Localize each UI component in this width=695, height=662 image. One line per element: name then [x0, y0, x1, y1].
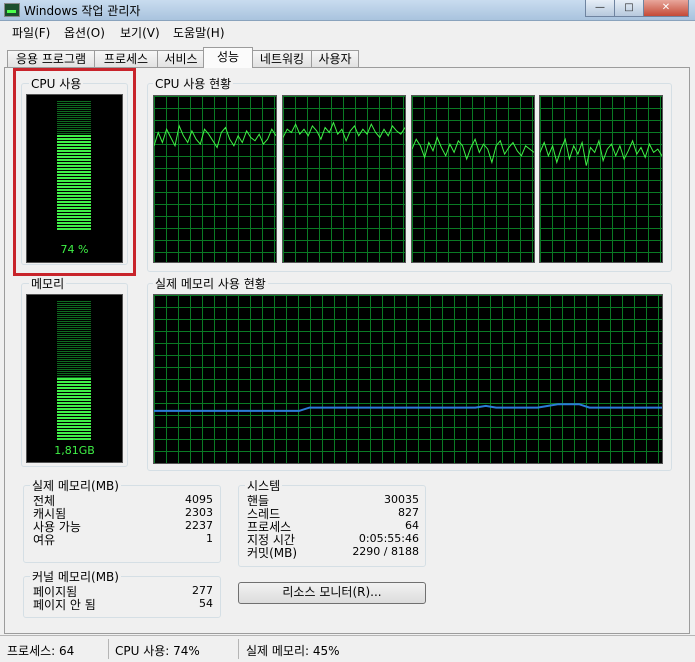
memory-label: 메모리 — [29, 275, 67, 292]
tab-networking[interactable]: 네트워킹 — [252, 50, 312, 67]
tab-users[interactable]: 사용자 — [311, 50, 359, 67]
cpu-core-4-line — [540, 137, 662, 166]
stat-row: 핸들 30035 — [247, 492, 419, 508]
memory-history-label: 실제 메모리 사용 현황 — [153, 275, 268, 292]
status-divider — [108, 639, 109, 659]
physical-memory-rows: 전체 4095 캐시됨 2303 사용 가능 2237 여유 1 — [33, 492, 213, 547]
stat-label: 페이지 안 됨 — [33, 598, 96, 612]
memory-meter: 1,81GB — [26, 294, 123, 463]
cpu-core-graph-4 — [539, 95, 663, 263]
memory-history-graph — [153, 294, 663, 464]
window-title: Windows 작업 관리자 — [24, 4, 141, 18]
stat-row: 캐시됨 2303 — [33, 505, 213, 521]
stat-row: 스레드 827 — [247, 505, 419, 521]
stat-row: 프로세스 64 — [247, 518, 419, 534]
status-cpu: CPU 사용: 74% — [115, 644, 200, 658]
tab-performance[interactable]: 성능 — [203, 47, 253, 68]
stat-row: 전체 4095 — [33, 492, 213, 508]
status-divider — [238, 639, 239, 659]
stat-label: 커밋(MB) — [247, 546, 298, 560]
cpu-highlight-box — [13, 68, 136, 276]
memory-meter-fill — [57, 378, 91, 441]
menu-view[interactable]: 보기(V) — [120, 24, 160, 41]
maximize-button[interactable]: □ — [614, 0, 644, 17]
close-button[interactable]: ✕ — [643, 0, 689, 17]
cpu-core-3-line — [412, 136, 534, 165]
kernel-memory-rows: 페이지됨 277 페이지 안 됨 54 — [33, 583, 213, 612]
resource-monitor-button[interactable]: 리소스 모니터(R)... — [238, 582, 426, 604]
stat-row: 커밋(MB) 2290 / 8188 — [247, 544, 419, 560]
minimize-button[interactable]: — — [585, 0, 615, 17]
cpu-core-2-line — [283, 121, 405, 143]
tab-services[interactable]: 서비스 — [157, 50, 205, 67]
tab-applications[interactable]: 응용 프로그램 — [7, 50, 95, 67]
stat-row: 사용 가능 2237 — [33, 518, 213, 534]
tab-processes[interactable]: 프로세스 — [94, 50, 158, 67]
status-bar: 프로세스: 64 CPU 사용: 74% 실제 메모리: 45% — [0, 635, 695, 662]
menu-options[interactable]: 옵션(O) — [64, 24, 105, 41]
system-rows: 핸들 30035 스레드 827 프로세스 64 지정 시간 0:05:55:46 커밋(MB)… — [247, 492, 419, 560]
cpu-history-label: CPU 사용 현황 — [153, 75, 234, 92]
stat-row: 페이지됨 277 — [33, 583, 213, 599]
menu-bar: 파일(F) 옵션(O) 보기(V) 도움말(H) — [0, 21, 695, 41]
memory-value: 1,81GB — [54, 444, 95, 457]
stat-row: 지정 시간 0:05:55:46 — [247, 531, 419, 547]
stat-row: 여유 1 — [33, 531, 213, 547]
status-processes: 프로세스: 64 — [7, 644, 75, 658]
cpu-core-graph-1 — [153, 95, 277, 263]
stat-label: 여유 — [33, 533, 56, 547]
memory-usage-line — [154, 403, 662, 412]
cpu-core-graph-3 — [411, 95, 535, 263]
stat-value: 1 — [206, 532, 213, 545]
task-manager-icon — [4, 3, 20, 17]
stat-value: 2290 / 8188 — [352, 545, 419, 558]
title-bar[interactable]: Windows 작업 관리자 — □ ✕ — [0, 0, 695, 21]
status-memory: 실제 메모리: 45% — [246, 644, 340, 658]
cpu-core-graph-2 — [282, 95, 406, 263]
menu-file[interactable]: 파일(F) — [12, 24, 50, 41]
menu-help[interactable]: 도움말(H) — [173, 24, 225, 41]
stat-value: 54 — [199, 597, 213, 610]
stat-row: 페이지 안 됨 54 — [33, 596, 213, 612]
cpu-core-1-line — [154, 124, 276, 149]
